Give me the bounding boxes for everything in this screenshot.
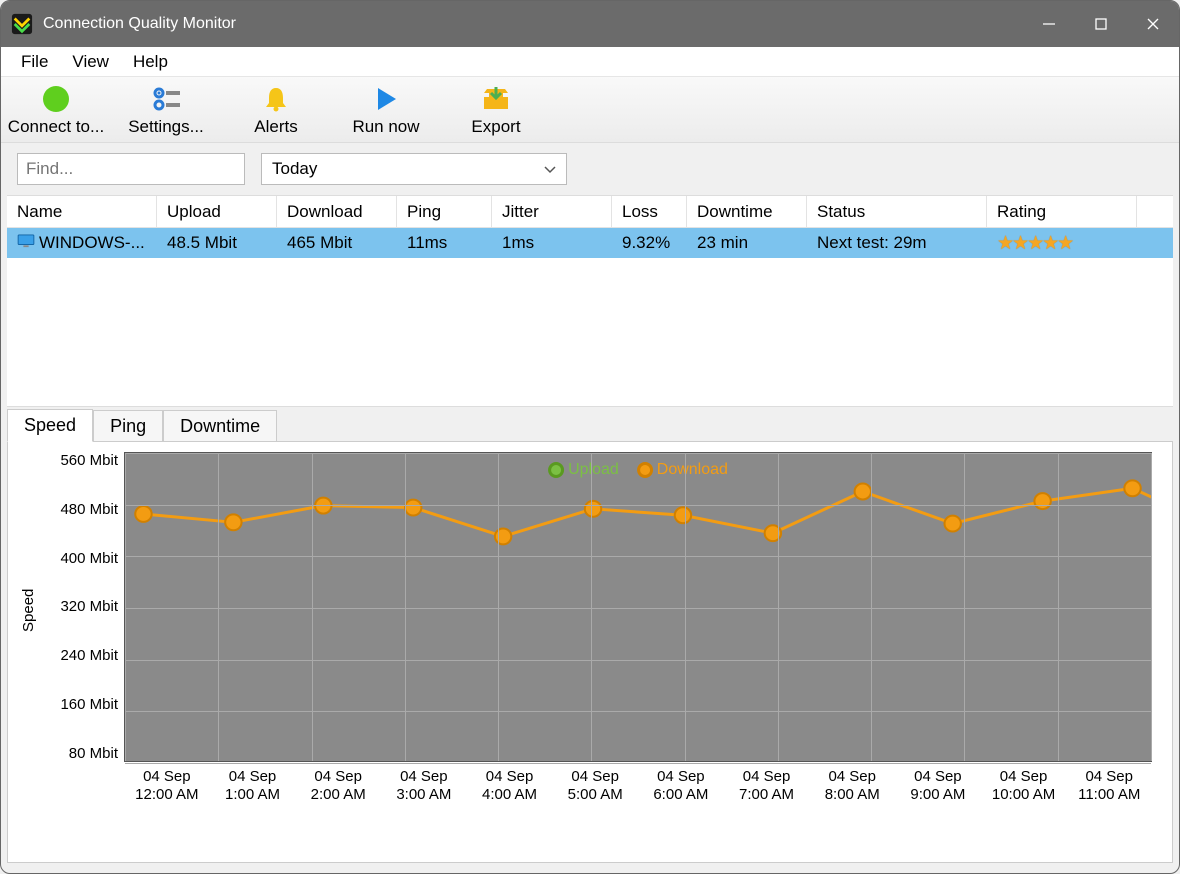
xtick: 04 Sep10:00 AM [981, 768, 1067, 804]
xtick: 04 Sep1:00 AM [210, 768, 296, 804]
col-downtime-header[interactable]: Downtime [687, 196, 807, 227]
xtick: 04 Sep7:00 AM [724, 768, 810, 804]
window-title: Connection Quality Monitor [43, 15, 1023, 33]
ytick: 400 Mbit [60, 550, 118, 567]
ytick: 480 Mbit [60, 501, 118, 518]
date-range-select[interactable]: Today [261, 153, 567, 185]
row-downtime: 23 min [687, 228, 807, 258]
xtick: 04 Sep2:00 AM [295, 768, 381, 804]
legend-upload: Upload [568, 461, 619, 479]
col-ping-header[interactable]: Ping [397, 196, 492, 227]
filter-bar: Today [1, 143, 1179, 195]
monitor-icon [17, 233, 35, 253]
tab-downtime[interactable]: Downtime [163, 410, 277, 442]
tab-ping[interactable]: Ping [93, 410, 163, 442]
tab-speed[interactable]: Speed [7, 409, 93, 442]
xtick: 04 Sep12:00 AM [124, 768, 210, 804]
row-loss: 9.32% [612, 228, 687, 258]
menu-help[interactable]: Help [121, 48, 180, 76]
settings-label: Settings... [128, 117, 204, 137]
window-controls [1023, 1, 1179, 47]
chart-series [125, 453, 1151, 761]
xtick: 04 Sep8:00 AM [809, 768, 895, 804]
ytick: 240 Mbit [60, 647, 118, 664]
minimize-button[interactable] [1023, 1, 1075, 47]
row-rating: ★★★★★ [987, 228, 1137, 258]
alerts-label: Alerts [254, 117, 297, 137]
ytick: 160 Mbit [60, 696, 118, 713]
y-axis-label: Speed [20, 589, 37, 632]
xtick: 04 Sep6:00 AM [638, 768, 724, 804]
run-now-label: Run now [352, 117, 419, 137]
titlebar: Connection Quality Monitor [1, 1, 1179, 47]
menu-file[interactable]: File [9, 48, 60, 76]
alerts-button[interactable]: Alerts [221, 81, 331, 138]
ytick: 320 Mbit [60, 598, 118, 615]
xtick: 04 Sep5:00 AM [552, 768, 638, 804]
search-input[interactable] [17, 153, 245, 185]
xtick: 04 Sep9:00 AM [895, 768, 981, 804]
y-axis: 560 Mbit 480 Mbit 400 Mbit 320 Mbit 240 … [56, 452, 124, 762]
table-row[interactable]: WINDOWS-... 48.5 Mbit 465 Mbit 11ms 1ms … [7, 228, 1173, 258]
x-axis: 04 Sep12:00 AM04 Sep1:00 AM04 Sep2:00 AM… [124, 768, 1152, 804]
green-circle-icon [42, 83, 70, 115]
legend-download: Download [657, 461, 728, 479]
bell-icon [262, 83, 290, 115]
col-rating-header[interactable]: Rating [987, 196, 1137, 227]
row-jitter: 1ms [492, 228, 612, 258]
connections-table: Name Upload Download Ping Jitter Loss Do… [7, 195, 1173, 407]
settings-button[interactable]: Settings... [111, 81, 221, 138]
chart-plot[interactable]: Upload Download [124, 452, 1152, 762]
xtick: 04 Sep3:00 AM [381, 768, 467, 804]
ytick: 80 Mbit [69, 745, 118, 762]
legend-dot-upload [548, 462, 564, 478]
run-now-button[interactable]: Run now [331, 81, 441, 138]
chart-tabs: Speed Ping Downtime [1, 407, 1179, 441]
connect-to-label: Connect to... [8, 117, 104, 137]
row-status: Next test: 29m [807, 228, 987, 258]
chart-legend: Upload Download [548, 461, 728, 479]
col-name-header[interactable]: Name [7, 196, 157, 227]
menu-view[interactable]: View [60, 48, 121, 76]
row-download: 465 Mbit [277, 228, 397, 258]
legend-dot-download [637, 462, 653, 478]
row-ping: 11ms [397, 228, 492, 258]
row-name: WINDOWS-... [39, 233, 145, 253]
export-button[interactable]: Export [441, 81, 551, 138]
table-header: Name Upload Download Ping Jitter Loss Do… [7, 196, 1173, 228]
menubar: File View Help [1, 47, 1179, 77]
connect-to-button[interactable]: Connect to... [1, 81, 111, 138]
main-window: Connection Quality Monitor File View Hel… [0, 0, 1180, 874]
date-range-value: Today [272, 159, 317, 179]
play-icon [372, 83, 400, 115]
row-upload: 48.5 Mbit [157, 228, 277, 258]
col-status-header[interactable]: Status [807, 196, 987, 227]
app-icon [11, 13, 33, 35]
toolbar: Connect to... Settings... Alerts Run now… [1, 77, 1179, 143]
close-button[interactable] [1127, 1, 1179, 47]
col-loss-header[interactable]: Loss [612, 196, 687, 227]
ytick: 560 Mbit [60, 452, 118, 469]
col-download-header[interactable]: Download [277, 196, 397, 227]
export-icon [481, 83, 511, 115]
chart-panel: Speed 560 Mbit 480 Mbit 400 Mbit 320 Mbi… [7, 441, 1173, 863]
maximize-button[interactable] [1075, 1, 1127, 47]
xtick: 04 Sep11:00 AM [1066, 768, 1152, 804]
col-upload-header[interactable]: Upload [157, 196, 277, 227]
col-jitter-header[interactable]: Jitter [492, 196, 612, 227]
xtick: 04 Sep4:00 AM [467, 768, 553, 804]
chevron-down-icon [544, 159, 556, 179]
settings-icon [150, 83, 182, 115]
export-label: Export [471, 117, 520, 137]
